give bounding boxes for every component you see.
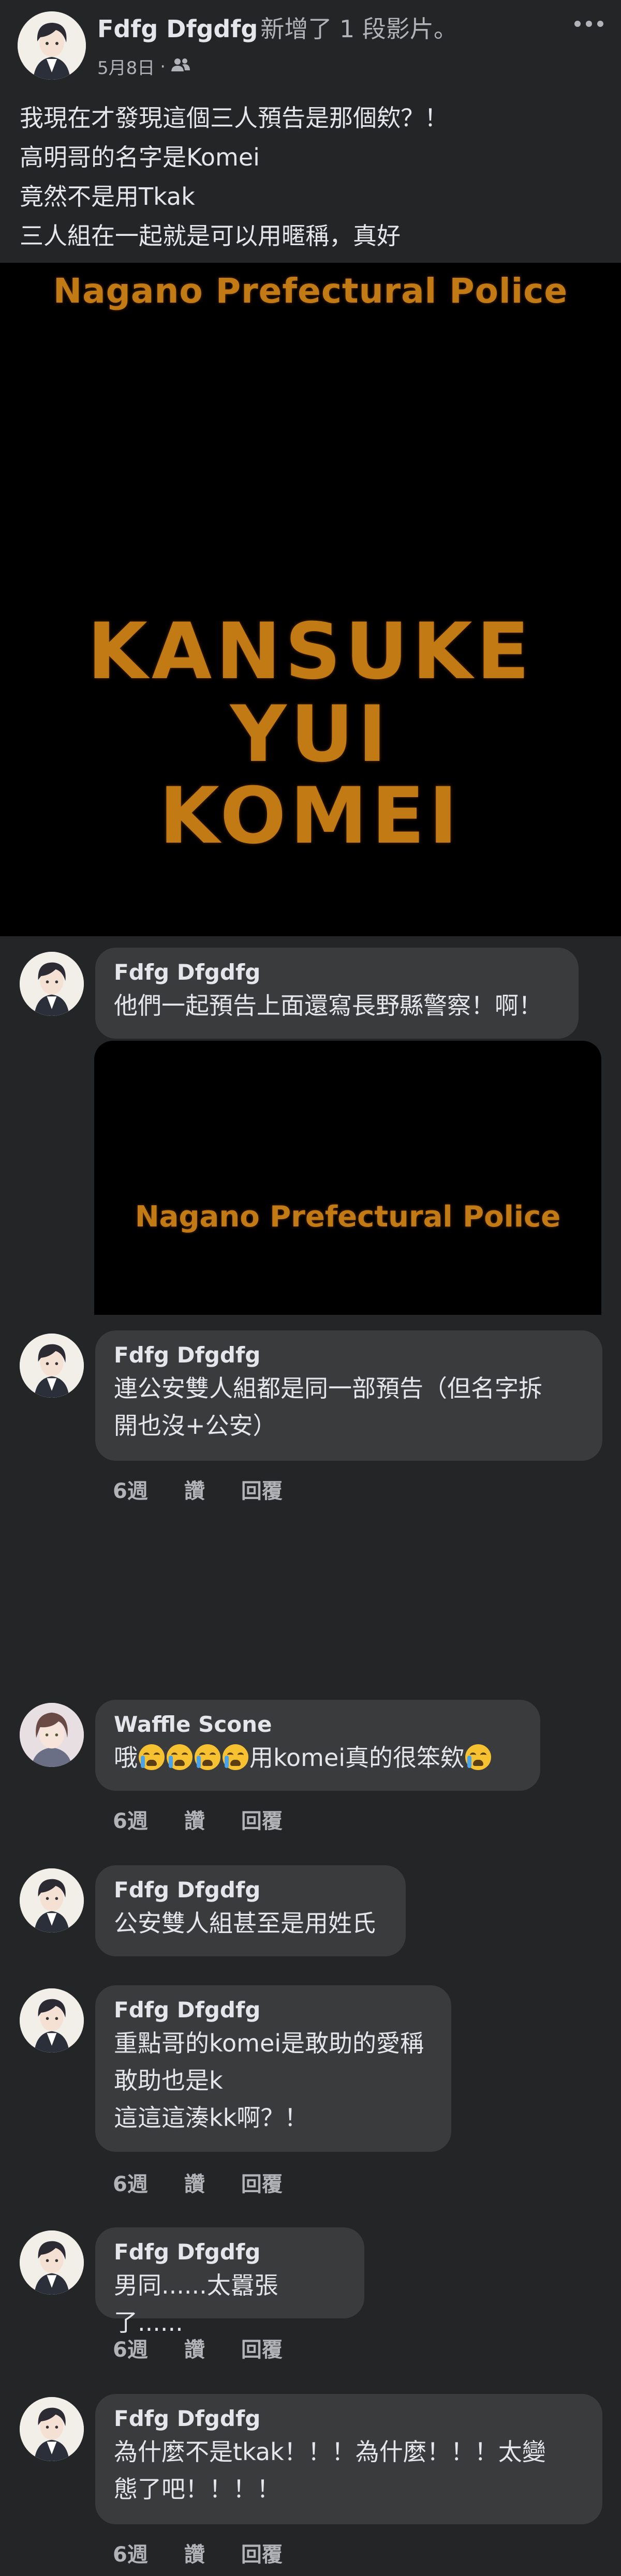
reply-button[interactable]: 回覆 <box>241 2167 283 2197</box>
friends-icon <box>171 56 190 77</box>
crying-face-emoji <box>167 1744 193 1770</box>
comment-author[interactable]: Fdfg Dfgdfg <box>114 1996 433 2025</box>
comment-text: 連公安雙人組都是同一部預告（但名字拆 開也沒+公安） <box>114 1374 542 1440</box>
video-name-1: KANSUKE <box>87 607 534 697</box>
comment-avatar[interactable] <box>20 2397 84 2461</box>
comment-actions: 6週 讚 回覆 <box>113 1474 319 1504</box>
like-button[interactable]: 讚 <box>184 1474 205 1504</box>
comment-bubble: Fdfg Dfgdfg 重點哥的komei是敢助的愛稱 敢助也是k 這這這湊kk… <box>95 1985 451 2152</box>
video-name-2: YUI <box>230 690 391 780</box>
comment-avatar[interactable] <box>20 1988 84 2053</box>
comment-bubble: Fdfg Dfgdfg 公安雙人組甚至是用姓氏 <box>95 1865 406 1956</box>
comment-bubble: Fdfg Dfgdfg 連公安雙人組都是同一部預告（但名字拆 開也沒+公安） <box>95 1330 602 1461</box>
post-meta: 5月8日 · <box>97 54 190 79</box>
like-button[interactable]: 讚 <box>184 1804 205 1834</box>
post-action-text: 新增了 1 段影片。 <box>260 15 457 43</box>
crying-face-emoji <box>465 1744 492 1770</box>
comment-time[interactable]: 6週 <box>113 1474 148 1504</box>
comment-avatar[interactable] <box>20 1703 84 1767</box>
like-button[interactable]: 讚 <box>184 2538 205 2568</box>
comment-text-start: 哦 <box>114 1744 138 1772</box>
comment-time[interactable]: 6週 <box>113 2538 148 2568</box>
post-video[interactable]: Nagano Prefectural Police KANSUKE YUI KO… <box>0 263 621 936</box>
comment-actions: 6週 讚 回覆 <box>113 2167 319 2197</box>
comment-actions: 6週 讚 回覆 <box>113 2333 319 2363</box>
comment-bubble: Fdfg Dfgdfg 男同......太囂張了...... <box>95 2227 364 2337</box>
like-button[interactable]: 讚 <box>184 2333 205 2363</box>
comment-bubble: Waffle Scone 哦 用komei真的很笨欸 <box>95 1700 540 1791</box>
post-author-name[interactable]: Fdfg Dfgdfg <box>97 15 258 43</box>
comment-attachment-video[interactable]: Nagano Prefectural Police <box>94 1041 601 1315</box>
comment-actions: 6週 讚 回覆 <box>113 2538 319 2568</box>
comment-bubble: Fdfg Dfgdfg 為什麼不是tkak！！！為什麼！！！太變 態了吧！！！！ <box>95 2394 602 2524</box>
comment-avatar[interactable] <box>20 1868 84 1933</box>
comment-text-end: 用komei真的很笨欸 <box>249 1744 465 1772</box>
like-button[interactable]: 讚 <box>184 2167 205 2197</box>
comment-avatar[interactable] <box>20 1334 84 1398</box>
crying-face-emoji <box>139 1744 165 1770</box>
comment-avatar[interactable] <box>20 2230 84 2295</box>
reply-button[interactable]: 回覆 <box>241 2333 283 2363</box>
comment-text: 為什麼不是tkak！！！為什麼！！！太變 態了吧！！！！ <box>114 2438 546 2503</box>
comment-author[interactable]: Fdfg Dfgdfg <box>114 2404 584 2433</box>
reply-button[interactable]: 回覆 <box>241 2538 283 2568</box>
comment-avatar[interactable] <box>20 952 84 1016</box>
attachment-caption: Nagano Prefectural Police <box>135 1200 561 1234</box>
comment-author[interactable]: Waffle Scone <box>114 1710 522 1739</box>
comment-bubble: Fdfg Dfgdfg 他們一起預告上面還寫長野縣警察！啊！ <box>95 948 579 1039</box>
video-caption: Nagano Prefectural Police <box>53 271 568 311</box>
comment-time[interactable]: 6週 <box>113 1804 148 1834</box>
comment-author[interactable]: Fdfg Dfgdfg <box>114 1341 584 1370</box>
comment-text: 公安雙人組甚至是用姓氏 <box>114 1909 376 1937</box>
more-options-icon[interactable] <box>574 21 603 27</box>
video-name-3: KOMEI <box>159 771 462 861</box>
post-author-avatar[interactable] <box>18 11 86 80</box>
comment-text: 他們一起預告上面還寫長野縣警察！啊！ <box>114 992 542 1020</box>
comment-text: 男同......太囂張了...... <box>114 2271 278 2337</box>
crying-face-emoji <box>223 1744 248 1770</box>
comment-author[interactable]: Fdfg Dfgdfg <box>114 1876 387 1905</box>
comment-time[interactable]: 6週 <box>113 2167 148 2197</box>
post-body-text: 我現在才發現這個三人預告是那個欸？！ 高明哥的名字是Komei 竟然不是用Tka… <box>20 104 448 250</box>
comment-time[interactable]: 6週 <box>113 2333 148 2363</box>
post-date-separator: · <box>160 56 166 77</box>
post-header: Fdfg Dfgdfg 新增了 1 段影片。 <box>97 10 457 44</box>
comment-actions: 6週 讚 回覆 <box>113 1804 319 1834</box>
comment-author[interactable]: Fdfg Dfgdfg <box>114 958 560 987</box>
crying-face-emoji <box>195 1744 220 1770</box>
reply-button[interactable]: 回覆 <box>241 1474 283 1504</box>
post-date[interactable]: 5月8日 <box>97 54 155 79</box>
comment-text: 哦 用komei真的很笨欸 <box>114 1739 522 1776</box>
comment-author[interactable]: Fdfg Dfgdfg <box>114 2238 346 2267</box>
reply-button[interactable]: 回覆 <box>241 1804 283 1834</box>
comment-text: 重點哥的komei是敢助的愛稱 敢助也是k 這這這湊kk啊？！ <box>114 2029 424 2132</box>
